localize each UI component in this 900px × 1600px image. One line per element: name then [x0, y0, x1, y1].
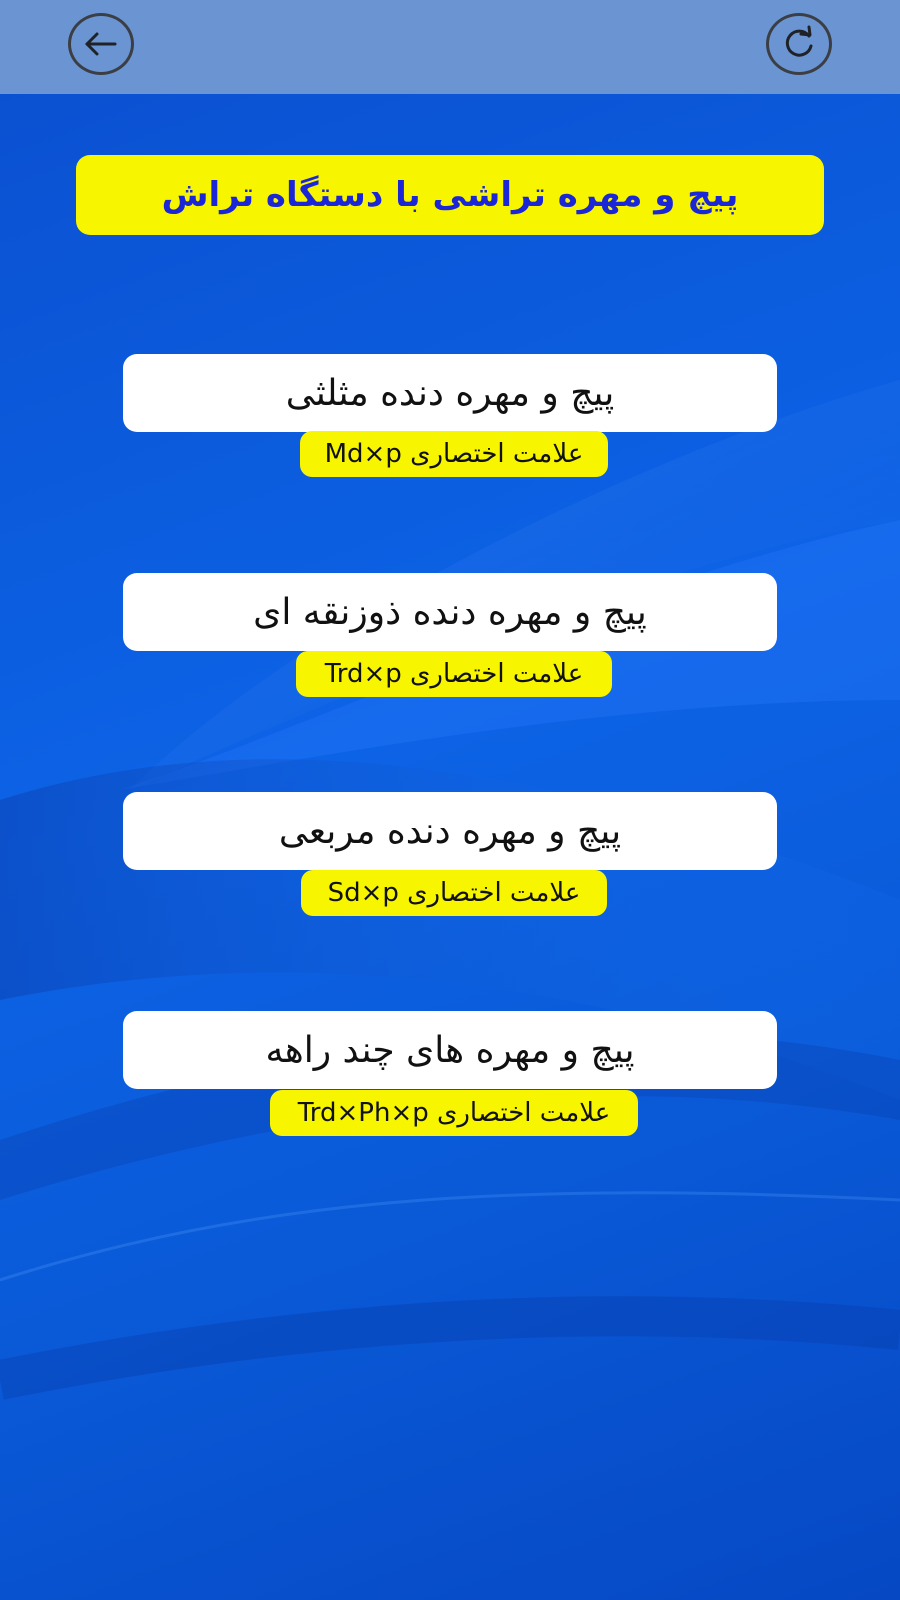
abbreviation-label: علامت اختصاری Trd×p [296, 651, 612, 697]
abbreviation-label: علامت اختصاری Trd×Ph×p [270, 1090, 638, 1136]
refresh-button[interactable] [766, 13, 832, 75]
back-button[interactable] [68, 13, 134, 75]
top-toolbar [0, 0, 900, 94]
refresh-icon [785, 25, 813, 57]
menu-item-multi-start-thread[interactable]: پیچ و مهره های چند راهه [123, 1011, 777, 1089]
menu-item-trapezoidal-thread[interactable]: پیچ و مهره دنده ذوزنقه ای [123, 573, 777, 651]
menu-item-triangular-thread[interactable]: پیچ و مهره دنده مثلثی [123, 354, 777, 432]
arrow-left-icon [85, 32, 117, 56]
abbreviation-label: علامت اختصاری Md×p [300, 431, 608, 477]
menu-item-square-thread[interactable]: پیچ و مهره دنده مربعی [123, 792, 777, 870]
page-title: پیچ و مهره تراشی با دستگاه تراش [76, 155, 824, 235]
abbreviation-label: علامت اختصاری Sd×p [301, 870, 607, 916]
